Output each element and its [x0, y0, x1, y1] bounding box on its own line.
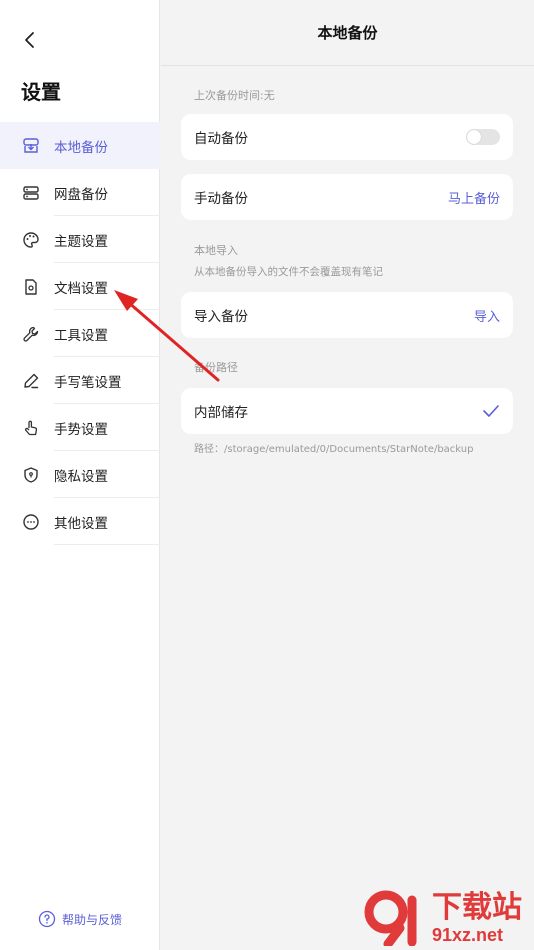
- toggle-knob: [467, 130, 481, 144]
- wrench-icon: [21, 324, 41, 344]
- manual-backup-label: 手动备份: [194, 191, 248, 207]
- more-dots-icon: [21, 512, 41, 532]
- auto-backup-row: 自动备份: [181, 114, 513, 160]
- help-feedback-link[interactable]: 帮助与反馈: [38, 910, 122, 928]
- sidebar-item-cloud-backup[interactable]: 网盘备份: [0, 169, 160, 216]
- local-backup-icon: [21, 136, 41, 156]
- sidebar-item-label: 手写笔设置: [54, 374, 122, 391]
- import-backup-label: 导入备份: [194, 309, 248, 325]
- sidebar-item-label: 主题设置: [54, 233, 108, 250]
- pen-icon: [21, 371, 41, 391]
- sidebar-item-tools[interactable]: 工具设置: [0, 310, 160, 357]
- import-section-title: 本地导入: [194, 244, 238, 257]
- import-backup-row: 导入备份 导入: [181, 292, 513, 338]
- help-feedback-label: 帮助与反馈: [62, 912, 123, 927]
- backup-path-text: 路径：/storage/emulated/0/Documents/StarNot…: [194, 444, 474, 455]
- hand-gesture-icon: [21, 418, 41, 438]
- sidebar-item-privacy[interactable]: 隐私设置: [0, 451, 160, 498]
- auto-backup-label: 自动备份: [194, 131, 248, 147]
- sidebar-item-label: 工具设置: [54, 327, 108, 344]
- sidebar-item-label: 隐私设置: [54, 468, 108, 485]
- header: 本地备份: [161, 0, 534, 66]
- watermark-site: 91xz.net: [432, 925, 504, 945]
- watermark-91-icon: [364, 890, 417, 946]
- sidebar-item-pen[interactable]: 手写笔设置: [0, 357, 160, 404]
- backup-path-title: 备份路径: [194, 361, 238, 374]
- sidebar-item-gesture[interactable]: 手势设置: [0, 404, 160, 451]
- sidebar-item-document[interactable]: 文档设置: [0, 263, 160, 310]
- sidebar-item-other[interactable]: 其他设置: [0, 498, 160, 545]
- page-title: 设置: [21, 80, 61, 104]
- watermark-brand: 下载站: [432, 891, 522, 924]
- auto-backup-toggle[interactable]: [466, 129, 500, 145]
- sidebar-item-label: 手势设置: [54, 421, 108, 438]
- document-gear-icon: [21, 277, 41, 297]
- help-icon: [38, 910, 56, 928]
- chevron-left-icon: [25, 32, 34, 48]
- internal-storage-label: 内部储存: [194, 405, 248, 421]
- settings-nav: 本地备份 网盘备份 主题设置 文档设置 工具设置 手写笔设置 手势设置 隐私设置…: [0, 122, 160, 545]
- sidebar-item-theme[interactable]: 主题设置: [0, 216, 160, 263]
- import-button[interactable]: 导入: [474, 306, 500, 325]
- back-button[interactable]: [16, 26, 44, 54]
- shield-icon: [21, 465, 41, 485]
- sidebar-item-label: 网盘备份: [54, 186, 108, 203]
- backup-now-button[interactable]: 马上备份: [448, 188, 500, 207]
- import-section-note: 从本地备份导入的文件不会覆盖现有笔记: [194, 266, 383, 278]
- sidebar-item-label: 文档设置: [54, 280, 108, 297]
- sidebar-item-label: 本地备份: [54, 139, 108, 156]
- sidebar-item-label: 其他设置: [54, 515, 108, 532]
- cloud-drive-icon: [21, 183, 41, 203]
- last-backup-time: 上次备份时间:无: [194, 89, 275, 102]
- sidebar-item-local-backup[interactable]: 本地备份: [0, 122, 160, 169]
- sidebar: 设置 本地备份 网盘备份 主题设置 文档设置 工具设置 手写笔设置 手势设置 隐…: [0, 0, 160, 950]
- check-icon: [483, 405, 499, 417]
- manual-backup-row: 手动备份 马上备份: [181, 174, 513, 220]
- header-title: 本地备份: [317, 24, 378, 42]
- watermark-logo: 下载站 91xz.net: [360, 888, 522, 946]
- palette-icon: [21, 230, 41, 250]
- internal-storage-row[interactable]: 内部储存: [181, 388, 513, 434]
